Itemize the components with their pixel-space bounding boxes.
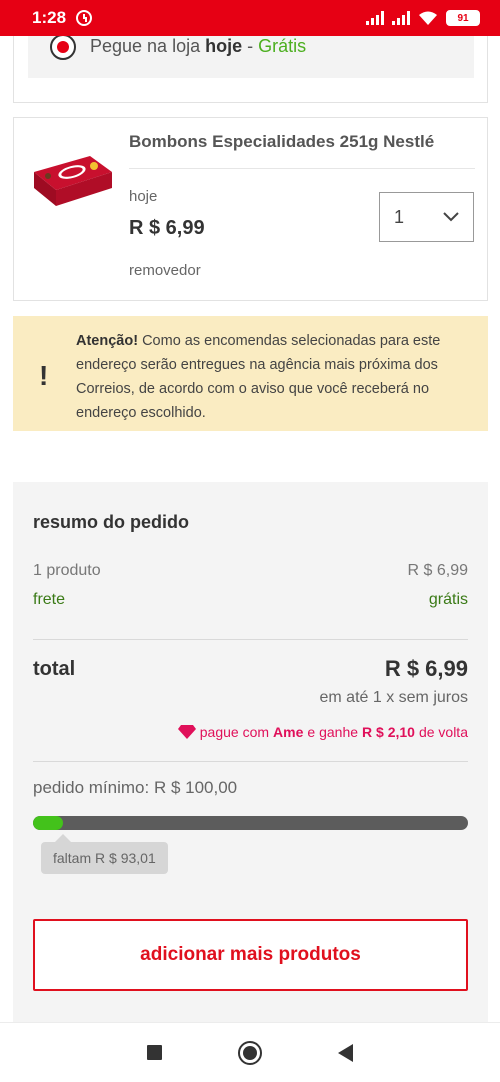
installments-text: em até 1 x sem juros: [319, 689, 469, 706]
product-price: R $ 6,99: [129, 217, 205, 239]
remaining-amount-tooltip: faltam R $ 93,01: [41, 834, 168, 874]
notice-text: Atenção! Como as encomendas selecionadas…: [76, 333, 441, 421]
signal-icon-2: [392, 11, 410, 25]
order-summary: resumo do pedido 1 produto R $ 6,99 fret…: [13, 482, 488, 1022]
total-value: R $ 6,99: [384, 656, 468, 681]
summary-title: resumo do pedido: [33, 512, 190, 532]
status-bar: 1:28 91: [0, 0, 500, 36]
warning-icon: !: [39, 360, 49, 391]
product-name[interactable]: Bombons Especialidades 251g Nestlé: [129, 132, 434, 152]
quantity-select[interactable]: 1: [379, 192, 474, 242]
pickup-label: Pegue na loja hoje - Grátis: [90, 36, 307, 56]
divider: [33, 639, 468, 640]
battery-icon: 91: [446, 10, 480, 26]
total-label: total: [33, 658, 76, 680]
progress-fill: [33, 816, 64, 830]
cart-item: Bombons Especialidades 251g Nestlé hoje …: [13, 117, 488, 301]
minimum-order-label: pedido mínimo: R $ 100,00: [33, 778, 238, 797]
home-button[interactable]: [238, 1040, 262, 1065]
minimum-order-progress: [33, 816, 468, 830]
divider: [129, 168, 475, 169]
divider: [33, 761, 468, 762]
chevron-down-icon: [443, 212, 459, 222]
product-image[interactable]: [28, 142, 116, 210]
signal-icon: [366, 11, 384, 25]
recent-apps-button[interactable]: [147, 1045, 162, 1060]
back-button[interactable]: [338, 1043, 353, 1062]
shipping-label: frete: [33, 591, 66, 608]
add-more-products-button[interactable]: adicionar mais produtos: [33, 919, 468, 991]
wifi-icon: [419, 11, 437, 25]
ame-cashback-offer: pague com Ame e ganhe R $ 2,10 de volta: [177, 724, 468, 740]
status-icons: 91: [366, 10, 480, 26]
status-time: 1:28: [32, 8, 67, 27]
alarm-icon: [76, 10, 93, 26]
remove-item-link[interactable]: removedor: [129, 262, 201, 279]
quantity-value: 1: [394, 206, 405, 227]
product-delivery-time: hoje: [129, 188, 158, 205]
shipping-value: grátis: [428, 591, 468, 608]
pickup-radio[interactable]: [50, 34, 76, 60]
products-count-label: 1 produto: [33, 562, 101, 579]
diamond-icon: [177, 725, 196, 739]
products-subtotal: R $ 6,99: [407, 562, 468, 579]
shipping-notice: ! Atenção! Como as encomendas selecionad…: [13, 316, 488, 431]
navigation-bar: [0, 1022, 500, 1082]
